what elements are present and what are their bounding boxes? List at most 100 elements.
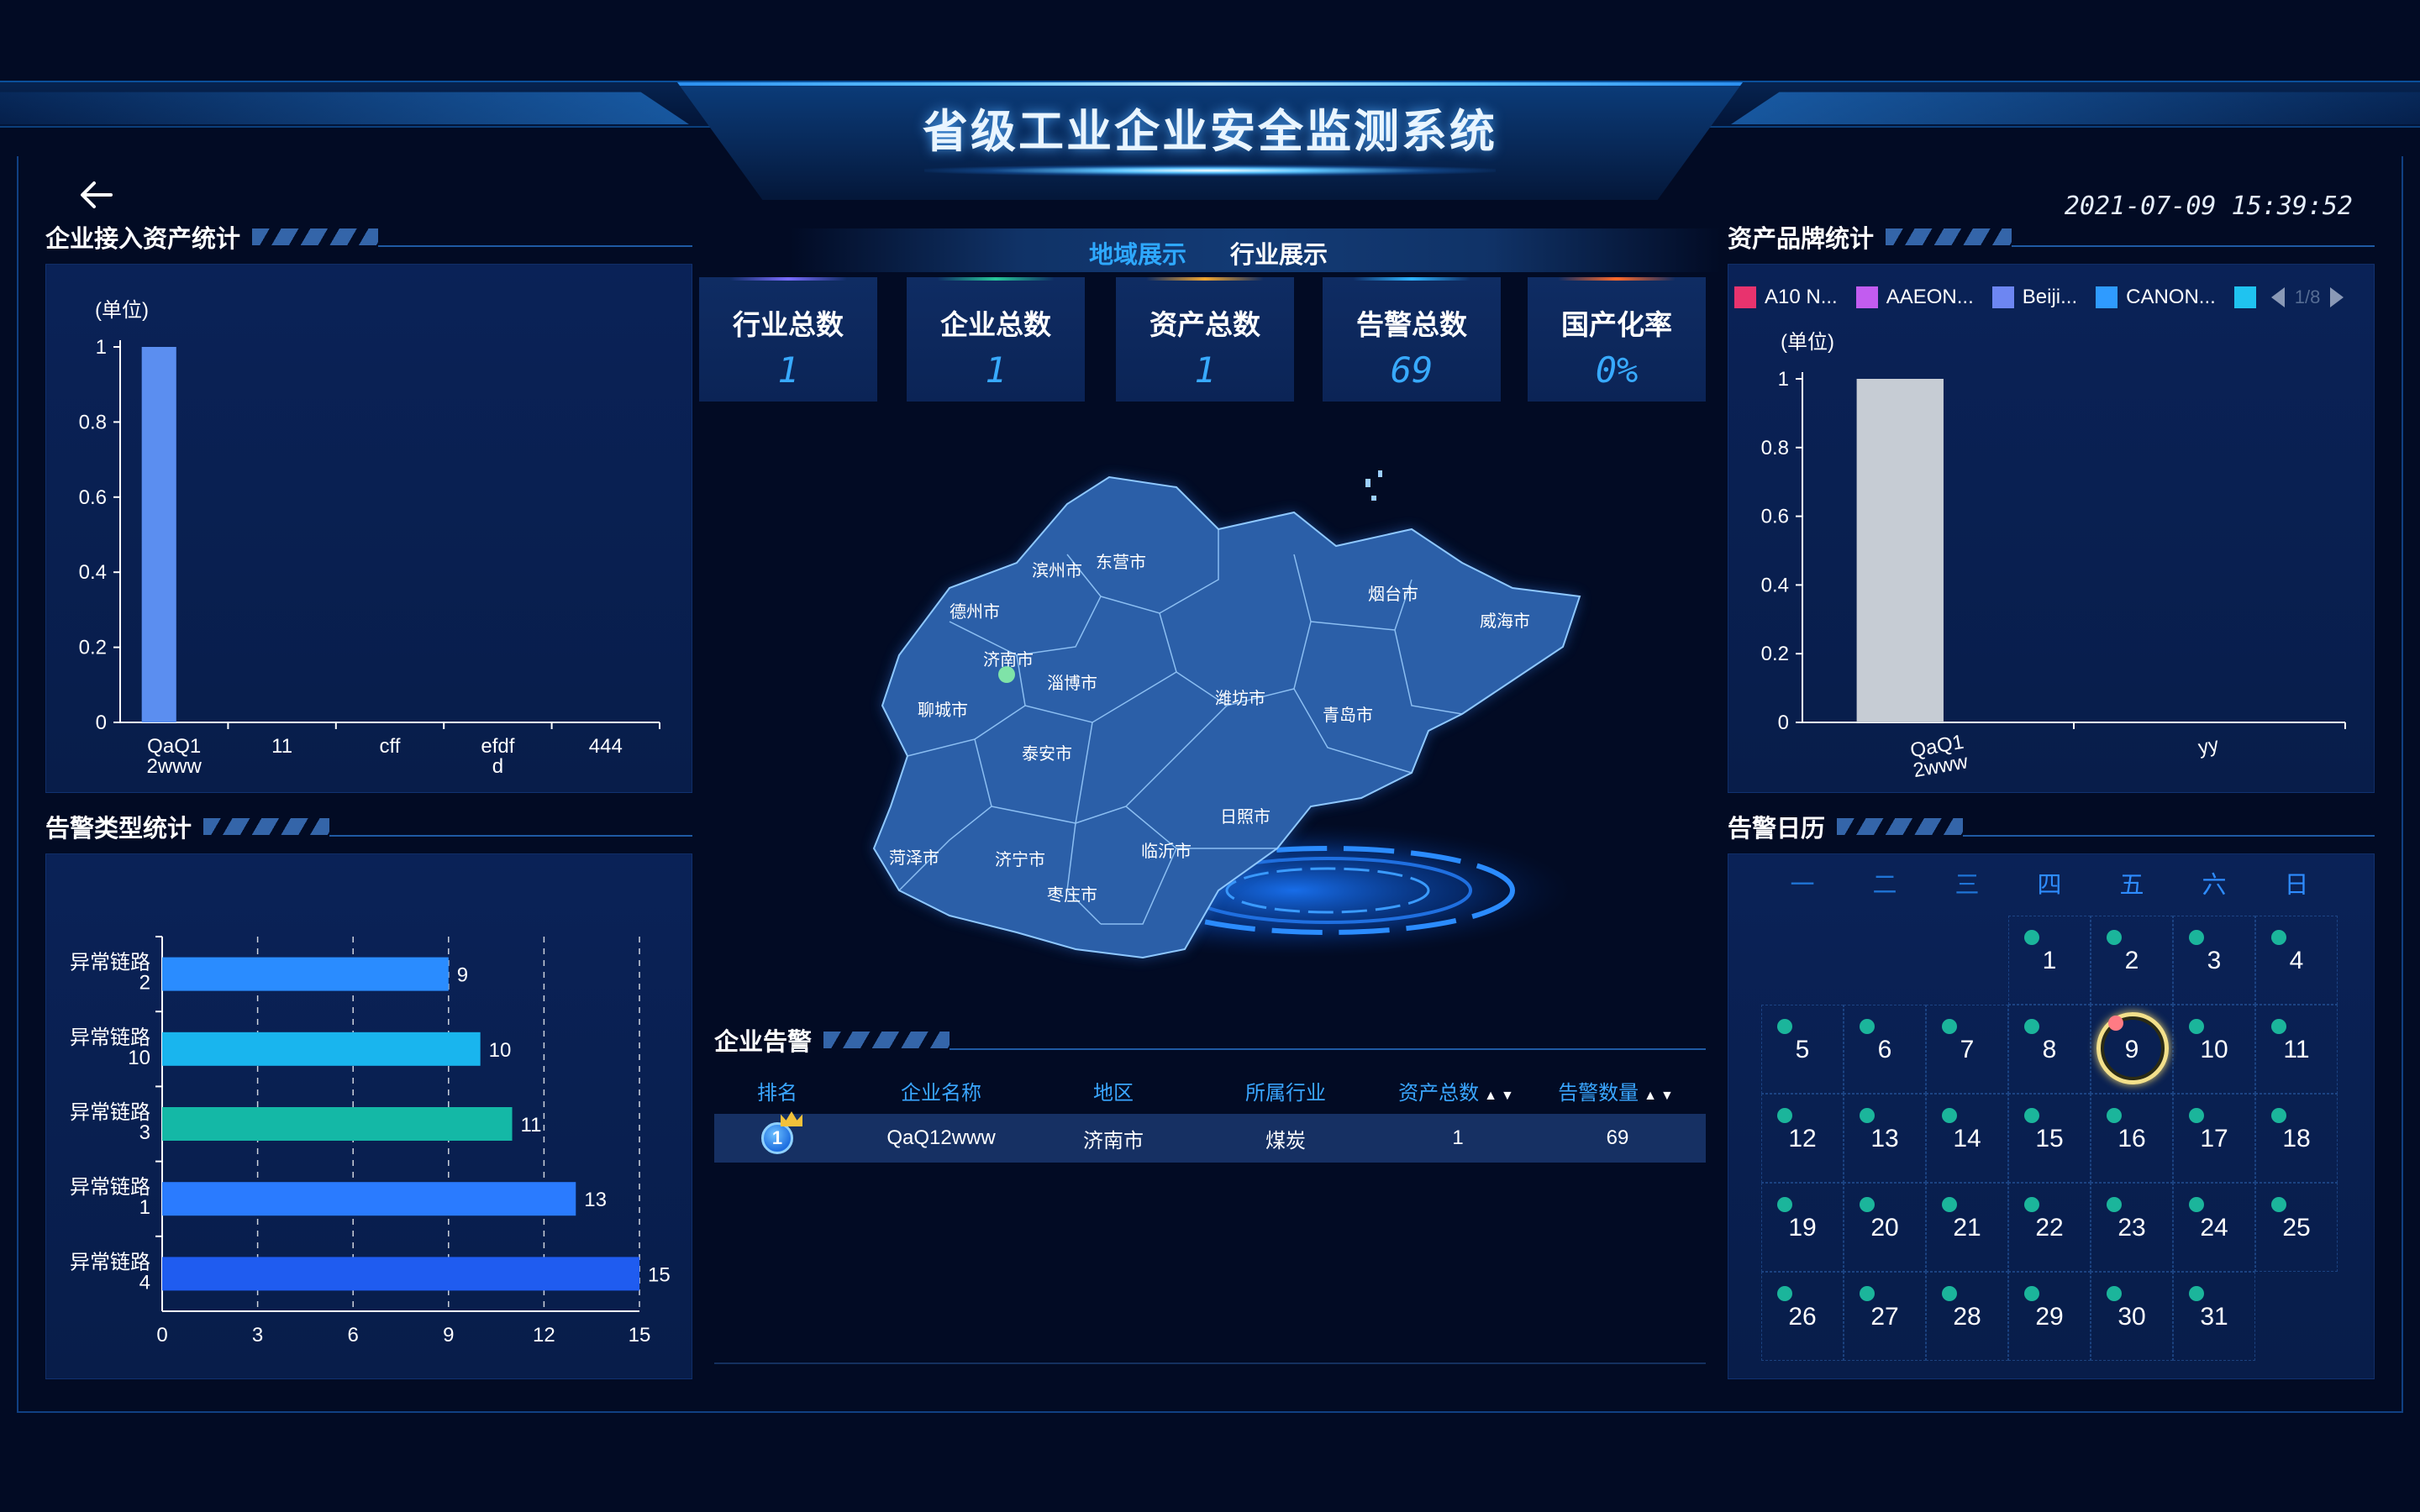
calendar-day[interactable]: 25 — [2255, 1183, 2338, 1272]
calendar-day-number: 13 — [1870, 1125, 1899, 1152]
calendar-day[interactable]: 29 — [2008, 1272, 2091, 1361]
legend-item[interactable] — [2233, 286, 2265, 308]
calendar-day-number: 24 — [2200, 1214, 2228, 1242]
enterprise-name: QaQ12www — [886, 1126, 996, 1149]
calendar-day[interactable]: 21 — [1926, 1183, 2008, 1272]
y-tick-label: 0.4 — [1761, 574, 1789, 596]
stat-value: 1 — [985, 349, 1007, 391]
calendar-day[interactable]: 10 — [2173, 1005, 2255, 1094]
legend-item[interactable]: A10 N... — [1734, 286, 1838, 309]
col-alerts[interactable]: 告警数量 ▲▼ — [1529, 1076, 1706, 1105]
calendar-day[interactable]: 1 — [2008, 916, 2091, 1005]
legend-item[interactable]: CANON... — [2096, 286, 2216, 309]
stat-accent — [1353, 277, 1470, 281]
stat-card-industry: 行业总数 1 — [699, 277, 877, 402]
city-label: 烟台市 — [1368, 585, 1418, 604]
tab-region[interactable]: 地域展示 — [1089, 235, 1186, 269]
bar — [162, 1182, 576, 1216]
rank-medal-icon: 1 — [761, 1111, 802, 1154]
alert-type-title: 告警类型统计 — [45, 810, 692, 843]
rank-number: 1 — [771, 1127, 783, 1148]
stat-card-alert: 告警总数 69 — [1323, 277, 1501, 402]
calendar-day[interactable]: 18 — [2255, 1094, 2338, 1183]
calendar-day[interactable]: 4 — [2255, 916, 2338, 1005]
stat-label: 资产总数 — [1150, 309, 1260, 340]
calendar-day[interactable]: 26 — [1761, 1272, 1844, 1361]
brand-title: 资产品牌统计 — [1728, 220, 2375, 254]
y-tick-label: 0.4 — [79, 561, 107, 584]
city-label: 威海市 — [1480, 612, 1530, 631]
stat-label: 企业总数 — [940, 309, 1051, 340]
calendar-day[interactable]: 8 — [2008, 1005, 2091, 1094]
y-tick-label: 1 — [96, 336, 107, 359]
calendar-day[interactable]: 28 — [1926, 1272, 2008, 1361]
calendar-day[interactable]: 5 — [1761, 1005, 1844, 1094]
table-row[interactable]: 1 QaQ12www 济南市 煤炭 1 69 — [714, 1111, 1706, 1163]
calendar-day[interactable]: 3 — [2173, 916, 2255, 1005]
calendar-day[interactable]: 20 — [1844, 1183, 1926, 1272]
tab-industry[interactable]: 行业展示 — [1230, 235, 1328, 269]
title-line — [2012, 245, 2375, 247]
city-label: 菏泽市 — [889, 848, 939, 868]
col-assets-label: 资产总数 — [1398, 1081, 1480, 1105]
calendar-weekdays: 一二三四五六日 — [1761, 865, 2338, 902]
calendar-day[interactable]: 15 — [2008, 1094, 2091, 1183]
alert-dot-icon — [2108, 1016, 2123, 1031]
calendar-day[interactable]: 16 — [2091, 1094, 2173, 1183]
bar-value-label: 15 — [648, 1263, 671, 1286]
calendar-day[interactable]: 27 — [1844, 1272, 1926, 1361]
province-map[interactable]: 德州市 滨州市 东营市 烟台市 威海市 济南市 淄博市 潍坊市 青岛市 聊城市 … — [823, 454, 1613, 991]
status-dot-icon — [2271, 1108, 2286, 1123]
back-button[interactable] — [77, 178, 114, 212]
title-line — [950, 1048, 1706, 1050]
status-dot-icon — [2189, 1286, 2204, 1301]
calendar-day[interactable]: 31 — [2173, 1272, 2255, 1361]
sort-icon[interactable]: ▲▼ — [1484, 1089, 1518, 1104]
y-tick-label: 异常链路 4 — [70, 1251, 150, 1294]
calendar-day[interactable]: 17 — [2173, 1094, 2255, 1183]
calendar-day[interactable]: 12 — [1761, 1094, 1844, 1183]
x-tick-label: 6 — [348, 1324, 359, 1347]
legend-item[interactable]: Beiji... — [1991, 286, 2077, 309]
calendar-day[interactable]: 9 — [2091, 1005, 2173, 1094]
y-tick-label: 0 — [96, 711, 107, 734]
calendar-day[interactable]: 30 — [2091, 1272, 2173, 1361]
col-assets[interactable]: 资产总数 ▲▼ — [1386, 1076, 1529, 1105]
calendar-day[interactable]: 22 — [2008, 1183, 2091, 1272]
calendar-day-number: 18 — [2282, 1125, 2311, 1152]
calendar-day[interactable]: 2 — [2091, 916, 2173, 1005]
calendar-day[interactable]: 11 — [2255, 1005, 2338, 1094]
calendar-day[interactable]: 6 — [1844, 1005, 1926, 1094]
city-label: 聊城市 — [918, 701, 968, 720]
title-stripes — [823, 1032, 950, 1048]
calendar-day[interactable]: 13 — [1844, 1094, 1926, 1183]
calendar-day-number: 14 — [1953, 1125, 1981, 1152]
title-line — [329, 835, 692, 837]
legend-prev-icon[interactable] — [2270, 287, 2285, 307]
calendar-day[interactable]: 7 — [1926, 1005, 2008, 1094]
legend-next-icon[interactable] — [2330, 287, 2344, 307]
calendar-day[interactable]: 23 — [2091, 1183, 2173, 1272]
col-name: 企业名称 — [901, 1081, 981, 1105]
legend-page: 1/8 — [2294, 286, 2321, 307]
asset-access-title-text: 企业接入资产统计 — [45, 226, 241, 253]
legend-swatch — [2096, 286, 2118, 308]
calendar-title-text: 告警日历 — [1728, 816, 1826, 843]
status-dot-icon — [2024, 1108, 2039, 1123]
calendar-day[interactable]: 24 — [2173, 1183, 2255, 1272]
industry-cell: 煤炭 — [1265, 1129, 1306, 1152]
calendar-day-number: 16 — [2118, 1125, 2146, 1152]
legend-item[interactable]: AAEON... — [1855, 286, 1974, 309]
enterprise-alert-table: 排名 企业名称 地区 所属行业 资产总数 ▲▼ 告警数量 ▲▼ 1 QaQ12www… — [714, 1067, 1706, 1163]
sort-icon[interactable]: ▲▼ — [1644, 1089, 1677, 1104]
calendar-day[interactable]: 14 — [1926, 1094, 2008, 1183]
brand-panel: (单位) 0 0.2 0.4 0.6 0.8 1 QaQ12www yy — [1728, 264, 2375, 793]
brand-title-text: 资产品牌统计 — [1728, 226, 1875, 253]
arrow-left-icon — [81, 181, 113, 208]
calendar-day-number: 27 — [1870, 1303, 1899, 1331]
calendar-day[interactable]: 19 — [1761, 1183, 1844, 1272]
status-dot-icon — [2271, 1019, 2286, 1034]
calendar-day-number: 1 — [2042, 947, 2057, 974]
status-dot-icon — [2107, 1197, 2122, 1212]
status-dot-icon — [2189, 1019, 2204, 1034]
